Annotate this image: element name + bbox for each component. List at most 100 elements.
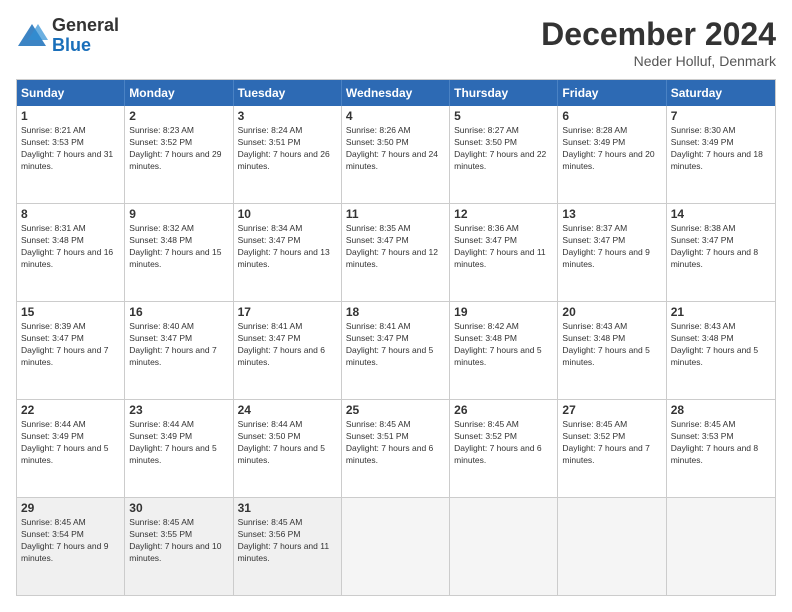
- cell-info: Sunrise: 8:45 AMSunset: 3:52 PMDaylight:…: [454, 419, 553, 467]
- day-number: 23: [129, 403, 228, 417]
- calendar-cell: 1 Sunrise: 8:21 AMSunset: 3:53 PMDaylight…: [17, 106, 125, 203]
- calendar-cell: 20 Sunrise: 8:43 AMSunset: 3:48 PMDayligh…: [558, 302, 666, 399]
- day-number: 19: [454, 305, 553, 319]
- page: General Blue December 2024 Neder Holluf,…: [0, 0, 792, 612]
- calendar-cell: 22 Sunrise: 8:44 AMSunset: 3:49 PMDayligh…: [17, 400, 125, 497]
- calendar-cell: 14Sunrise: 8:38 AMSunset: 3:47 PMDayligh…: [667, 204, 775, 301]
- calendar-cell: 21Sunrise: 8:43 AMSunset: 3:48 PMDayligh…: [667, 302, 775, 399]
- cell-info: Sunrise: 8:45 AMSunset: 3:53 PMDaylight:…: [671, 419, 771, 467]
- calendar-header: SundayMondayTuesdayWednesdayThursdayFrid…: [17, 80, 775, 106]
- calendar-cell: 26 Sunrise: 8:45 AMSunset: 3:52 PMDayligh…: [450, 400, 558, 497]
- day-number: 10: [238, 207, 337, 221]
- cell-info: Sunrise: 8:30 AMSunset: 3:49 PMDaylight:…: [671, 125, 771, 173]
- cell-info: Sunrise: 8:28 AMSunset: 3:49 PMDaylight:…: [562, 125, 661, 173]
- day-number: 6: [562, 109, 661, 123]
- day-number: 5: [454, 109, 553, 123]
- cell-info: Sunrise: 8:41 AMSunset: 3:47 PMDaylight:…: [238, 321, 337, 369]
- calendar-cell: 16Sunrise: 8:40 AMSunset: 3:47 PMDayligh…: [125, 302, 233, 399]
- day-number: 2: [129, 109, 228, 123]
- cell-info: Sunrise: 8:31 AMSunset: 3:48 PMDaylight:…: [21, 223, 120, 271]
- cell-info: Sunrise: 8:32 AMSunset: 3:48 PMDaylight:…: [129, 223, 228, 271]
- cell-info: Sunrise: 8:45 AMSunset: 3:52 PMDaylight:…: [562, 419, 661, 467]
- day-number: 15: [21, 305, 120, 319]
- calendar-row-3: 22 Sunrise: 8:44 AMSunset: 3:49 PMDayligh…: [17, 399, 775, 497]
- cell-info: Sunrise: 8:45 AMSunset: 3:56 PMDaylight:…: [238, 517, 337, 565]
- cell-info: Sunrise: 8:21 AMSunset: 3:53 PMDaylight:…: [21, 125, 120, 173]
- day-number: 11: [346, 207, 445, 221]
- cell-info: Sunrise: 8:26 AMSunset: 3:50 PMDaylight:…: [346, 125, 445, 173]
- day-number: 31: [238, 501, 337, 515]
- cell-info: Sunrise: 8:41 AMSunset: 3:47 PMDaylight:…: [346, 321, 445, 369]
- calendar-row-4: 29Sunrise: 8:45 AMSunset: 3:54 PMDayligh…: [17, 497, 775, 595]
- day-number: 4: [346, 109, 445, 123]
- calendar-cell: 17 Sunrise: 8:41 AMSunset: 3:47 PMDayligh…: [234, 302, 342, 399]
- day-number: 12: [454, 207, 553, 221]
- cell-info: Sunrise: 8:36 AMSunset: 3:47 PMDaylight:…: [454, 223, 553, 271]
- calendar-row-0: 1 Sunrise: 8:21 AMSunset: 3:53 PMDaylight…: [17, 106, 775, 203]
- month-title: December 2024: [541, 16, 776, 53]
- header-day-wednesday: Wednesday: [342, 80, 450, 106]
- cell-info: Sunrise: 8:27 AMSunset: 3:50 PMDaylight:…: [454, 125, 553, 173]
- calendar-cell: 30 Sunrise: 8:45 AMSunset: 3:55 PMDayligh…: [125, 498, 233, 595]
- day-number: 8: [21, 207, 120, 221]
- calendar-cell: 12 Sunrise: 8:36 AMSunset: 3:47 PMDayligh…: [450, 204, 558, 301]
- cell-info: Sunrise: 8:24 AMSunset: 3:51 PMDaylight:…: [238, 125, 337, 173]
- cell-info: Sunrise: 8:43 AMSunset: 3:48 PMDaylight:…: [671, 321, 771, 369]
- logo-general-text: General: [52, 16, 119, 36]
- calendar-cell: [342, 498, 450, 595]
- cell-info: Sunrise: 8:44 AMSunset: 3:50 PMDaylight:…: [238, 419, 337, 467]
- calendar-cell: 24 Sunrise: 8:44 AMSunset: 3:50 PMDayligh…: [234, 400, 342, 497]
- calendar-row-2: 15Sunrise: 8:39 AMSunset: 3:47 PMDayligh…: [17, 301, 775, 399]
- calendar-body: 1 Sunrise: 8:21 AMSunset: 3:53 PMDaylight…: [17, 106, 775, 595]
- day-number: 28: [671, 403, 771, 417]
- calendar-cell: 6 Sunrise: 8:28 AMSunset: 3:49 PMDaylight…: [558, 106, 666, 203]
- calendar-cell: 23 Sunrise: 8:44 AMSunset: 3:49 PMDayligh…: [125, 400, 233, 497]
- cell-info: Sunrise: 8:44 AMSunset: 3:49 PMDaylight:…: [129, 419, 228, 467]
- day-number: 9: [129, 207, 228, 221]
- calendar-cell: 25 Sunrise: 8:45 AMSunset: 3:51 PMDayligh…: [342, 400, 450, 497]
- day-number: 17: [238, 305, 337, 319]
- day-number: 30: [129, 501, 228, 515]
- day-number: 20: [562, 305, 661, 319]
- day-number: 22: [21, 403, 120, 417]
- calendar-cell: 31 Sunrise: 8:45 AMSunset: 3:56 PMDayligh…: [234, 498, 342, 595]
- header-day-friday: Friday: [558, 80, 666, 106]
- calendar-cell: 18Sunrise: 8:41 AMSunset: 3:47 PMDayligh…: [342, 302, 450, 399]
- day-number: 16: [129, 305, 228, 319]
- calendar-cell: 8 Sunrise: 8:31 AMSunset: 3:48 PMDaylight…: [17, 204, 125, 301]
- day-number: 1: [21, 109, 120, 123]
- header-day-saturday: Saturday: [667, 80, 775, 106]
- day-number: 3: [238, 109, 337, 123]
- calendar-cell: 11 Sunrise: 8:35 AMSunset: 3:47 PMDayligh…: [342, 204, 450, 301]
- title-section: December 2024 Neder Holluf, Denmark: [541, 16, 776, 69]
- calendar-cell: [450, 498, 558, 595]
- calendar-cell: 28 Sunrise: 8:45 AMSunset: 3:53 PMDayligh…: [667, 400, 775, 497]
- day-number: 7: [671, 109, 771, 123]
- calendar-cell: 27 Sunrise: 8:45 AMSunset: 3:52 PMDayligh…: [558, 400, 666, 497]
- header: General Blue December 2024 Neder Holluf,…: [16, 16, 776, 69]
- calendar-cell: [667, 498, 775, 595]
- calendar-cell: 9 Sunrise: 8:32 AMSunset: 3:48 PMDaylight…: [125, 204, 233, 301]
- cell-info: Sunrise: 8:45 AMSunset: 3:51 PMDaylight:…: [346, 419, 445, 467]
- day-number: 14: [671, 207, 771, 221]
- day-number: 27: [562, 403, 661, 417]
- cell-info: Sunrise: 8:23 AMSunset: 3:52 PMDaylight:…: [129, 125, 228, 173]
- cell-info: Sunrise: 8:43 AMSunset: 3:48 PMDaylight:…: [562, 321, 661, 369]
- logo-text: General Blue: [52, 16, 119, 56]
- calendar: SundayMondayTuesdayWednesdayThursdayFrid…: [16, 79, 776, 596]
- calendar-cell: [558, 498, 666, 595]
- day-number: 24: [238, 403, 337, 417]
- logo: General Blue: [16, 16, 119, 56]
- cell-info: Sunrise: 8:35 AMSunset: 3:47 PMDaylight:…: [346, 223, 445, 271]
- logo-icon: [16, 22, 48, 50]
- cell-info: Sunrise: 8:37 AMSunset: 3:47 PMDaylight:…: [562, 223, 661, 271]
- day-number: 25: [346, 403, 445, 417]
- calendar-row-1: 8 Sunrise: 8:31 AMSunset: 3:48 PMDaylight…: [17, 203, 775, 301]
- day-number: 13: [562, 207, 661, 221]
- day-number: 26: [454, 403, 553, 417]
- header-day-tuesday: Tuesday: [234, 80, 342, 106]
- cell-info: Sunrise: 8:45 AMSunset: 3:55 PMDaylight:…: [129, 517, 228, 565]
- cell-info: Sunrise: 8:42 AMSunset: 3:48 PMDaylight:…: [454, 321, 553, 369]
- calendar-cell: 13 Sunrise: 8:37 AMSunset: 3:47 PMDayligh…: [558, 204, 666, 301]
- cell-info: Sunrise: 8:44 AMSunset: 3:49 PMDaylight:…: [21, 419, 120, 467]
